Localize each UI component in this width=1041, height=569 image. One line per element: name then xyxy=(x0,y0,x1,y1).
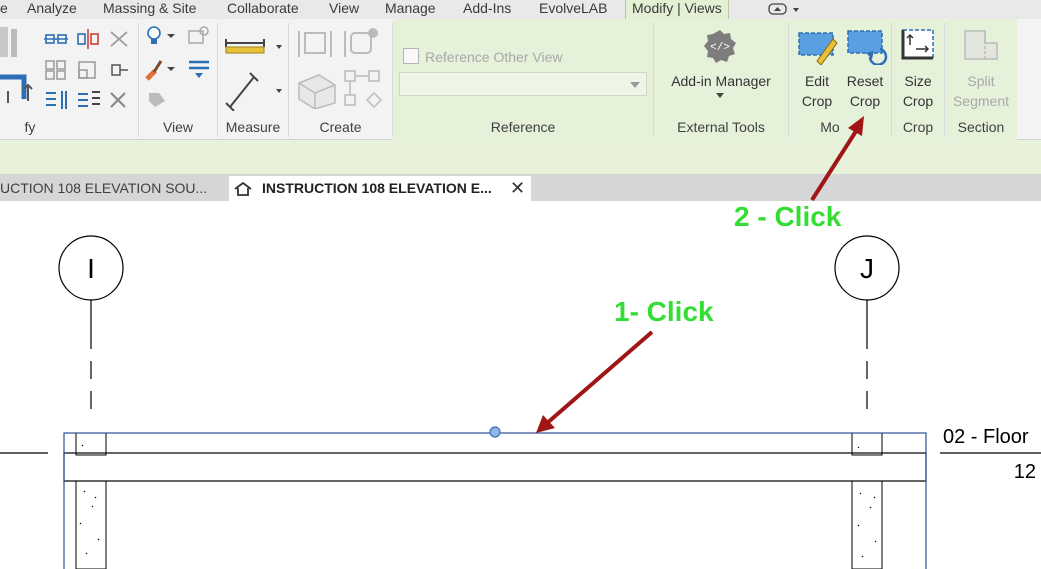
floor-slab[interactable] xyxy=(63,452,927,482)
level-name[interactable]: 02 - Floor xyxy=(943,426,1029,448)
split-segment-label-line1: Split xyxy=(967,73,995,89)
addin-manager-icon[interactable]: </> xyxy=(703,29,737,63)
size-crop-label-line1[interactable]: Size xyxy=(892,71,944,91)
menu-tab-view[interactable]: View xyxy=(329,0,359,19)
reference-other-view-checkbox[interactable] xyxy=(403,48,419,64)
edit-crop-icon[interactable] xyxy=(795,27,839,65)
close-icon[interactable]: ✕ xyxy=(510,176,525,201)
panel-label-section: Section xyxy=(957,119,1005,135)
split-element-icon[interactable] xyxy=(44,89,70,111)
mirror-icon[interactable] xyxy=(76,29,100,49)
svg-text:</>: </> xyxy=(710,42,730,54)
create-similar-icon[interactable] xyxy=(341,25,381,63)
menu-tab-massing-site[interactable]: Massing & Site xyxy=(103,0,196,19)
array-icon[interactable] xyxy=(76,89,102,111)
paint-icon[interactable] xyxy=(145,57,181,81)
menu-tab-partial[interactable]: e xyxy=(0,0,8,19)
drawing-canvas[interactable]: I J 02 - Floor 12 1- Click 2 - Click xyxy=(0,201,1041,569)
tab-label: UCTION 108 ELEVATION SOU... xyxy=(0,180,208,196)
linework-icon[interactable] xyxy=(187,59,211,79)
panel-section: Split Segment Section xyxy=(945,19,1017,140)
panel-label-modify: fy xyxy=(24,119,36,135)
modify-tools-icon[interactable] xyxy=(0,25,36,103)
create-assembly-icon[interactable] xyxy=(343,69,383,109)
menu-tab-analyze[interactable]: Analyze xyxy=(27,0,77,19)
reset-crop-icon[interactable] xyxy=(844,27,888,65)
annotation-arrow-step1 xyxy=(536,330,654,433)
lightbulb-icon[interactable] xyxy=(145,25,181,47)
panel-label-external-tools: External Tools xyxy=(677,119,765,135)
size-crop-label-line2[interactable]: Crop xyxy=(892,91,944,111)
panel-create: Create xyxy=(289,19,392,140)
tab-elevation-east[interactable]: INSTRUCTION 108 ELEVATION E... ✕ xyxy=(229,176,531,201)
create-group-icon[interactable] xyxy=(295,25,335,63)
quick-access-dropdown-icon[interactable] xyxy=(768,2,800,16)
options-bar xyxy=(0,140,1041,174)
panel-label-create: Create xyxy=(319,119,362,135)
reference-other-view-label: Reference Other View xyxy=(425,49,563,65)
annotation-arrow-step2 xyxy=(810,116,864,202)
panel-modify: fy xyxy=(0,19,150,140)
menu-tab-modify-views[interactable]: Modify | Views xyxy=(625,0,729,19)
menu-tab-add-ins[interactable]: Add-Ins xyxy=(463,0,511,19)
copy-icon[interactable] xyxy=(44,59,68,81)
scale-icon[interactable] xyxy=(76,59,100,81)
align-icon[interactable] xyxy=(44,29,68,49)
annotation-step1: 1- Click xyxy=(614,296,714,327)
panel-label-measure: Measure xyxy=(225,119,281,135)
ribbon: fy View Measure Create Reference Other V… xyxy=(0,19,1041,140)
elevation-drawing: I J 02 - Floor 12 xyxy=(0,235,1041,569)
panel-reference: Reference Other View Reference xyxy=(393,19,653,140)
edit-crop-label-line2[interactable]: Crop xyxy=(789,91,845,111)
reset-crop-label-line2[interactable]: Crop xyxy=(839,91,891,111)
panel-label-crop: Crop xyxy=(902,119,934,135)
create-parts-icon[interactable] xyxy=(295,69,339,109)
menu-tab-evolvelab[interactable]: EvolveLAB xyxy=(539,0,607,19)
panel-view: View xyxy=(139,19,217,140)
size-crop-icon[interactable] xyxy=(900,27,938,63)
delete-icon[interactable] xyxy=(108,89,128,111)
reference-view-dropdown[interactable] xyxy=(399,72,647,96)
panel-label-reference: Reference xyxy=(490,119,556,135)
panel-measure: Measure xyxy=(218,19,288,140)
reset-crop-label-line1[interactable]: Reset xyxy=(839,71,891,91)
dimension-icon[interactable] xyxy=(224,71,286,111)
elevation-view-icon xyxy=(234,182,252,196)
offset-icon[interactable] xyxy=(108,29,130,49)
panel-label-view: View xyxy=(162,119,194,135)
measure-between-icon[interactable] xyxy=(224,33,286,57)
panel-crop: Size Crop Crop xyxy=(892,19,944,140)
grid-bubble-label: I xyxy=(87,253,95,284)
menu-bar: e Analyze Massing & Site Collaborate Vie… xyxy=(0,0,1041,19)
document-tab-strip: UCTION 108 ELEVATION SOU... INSTRUCTION … xyxy=(0,174,1041,201)
tab-label: INSTRUCTION 108 ELEVATION E... xyxy=(262,180,492,196)
panel-external-tools: </> Add-in Manager External Tools xyxy=(654,19,788,140)
split-segment-label-line2: Segment xyxy=(952,93,1010,109)
crop-drag-handle[interactable] xyxy=(489,426,501,438)
hide-element-icon[interactable] xyxy=(185,25,211,47)
annotation-step2: 2 - Click xyxy=(734,201,842,232)
level-elevation[interactable]: 12 xyxy=(1014,461,1036,483)
menu-tab-collaborate[interactable]: Collaborate xyxy=(227,0,299,19)
grid-bubble-label: J xyxy=(860,253,874,284)
split-segment-icon xyxy=(964,30,998,60)
edit-crop-label-line1[interactable]: Edit xyxy=(789,71,845,91)
pin-icon[interactable] xyxy=(108,59,130,81)
addin-manager-label[interactable]: Add-in Manager xyxy=(654,71,788,91)
override-graphics-icon[interactable] xyxy=(145,89,169,111)
menu-tab-manage[interactable]: Manage xyxy=(385,0,436,19)
tab-elevation-south[interactable]: UCTION 108 ELEVATION SOU... xyxy=(0,176,225,201)
chevron-down-icon xyxy=(630,82,640,88)
chevron-down-icon[interactable] xyxy=(716,93,724,99)
